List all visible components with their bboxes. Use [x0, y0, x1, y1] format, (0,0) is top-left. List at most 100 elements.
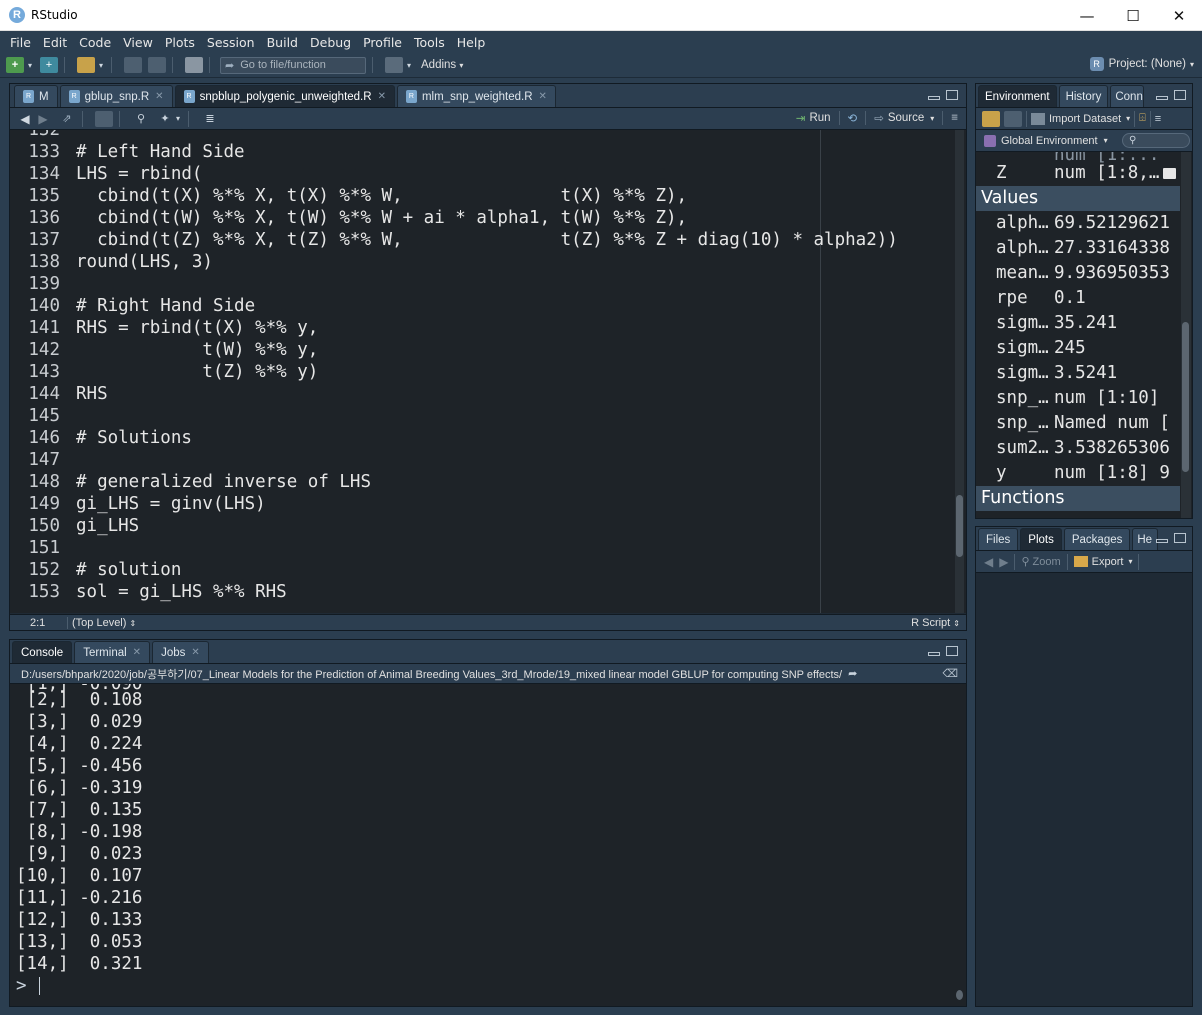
filetype-selector[interactable]: R Script ⇕ [911, 617, 960, 629]
menu-file[interactable]: File [4, 35, 37, 50]
menu-help[interactable]: Help [451, 35, 492, 50]
back-icon[interactable]: ◀ [16, 111, 34, 127]
tab-mlm-snp-weighted[interactable]: R mlm_snp_weighted.R ✕ [396, 85, 556, 107]
menu-tools[interactable]: Tools [408, 35, 451, 50]
list-view-icon[interactable]: ≡ [1155, 113, 1161, 125]
maximize-pane-icon[interactable] [1174, 533, 1186, 543]
save-icon[interactable] [95, 110, 113, 127]
maximize-button[interactable]: ☐ [1110, 0, 1156, 31]
env-row[interactable]: Z num [1:8,… [976, 161, 1180, 186]
forward-icon[interactable]: ▶ [34, 111, 52, 127]
menu-debug[interactable]: Debug [304, 35, 357, 50]
tab-snpblup-polygenic-unweighted[interactable]: R snpblup_polygenic_unweighted.R ✕ [174, 85, 395, 107]
minimize-button[interactable]: — [1064, 0, 1110, 31]
maximize-pane-icon[interactable] [1174, 90, 1186, 100]
scope-indicator[interactable]: (Top Level) ⇕ [68, 617, 136, 629]
magic-wand-icon[interactable]: ✦ [156, 111, 174, 127]
go-to-directory-icon[interactable]: ➦ [848, 667, 857, 680]
workspace-panes-icon[interactable] [385, 57, 403, 73]
minimize-pane-icon[interactable] [1156, 539, 1168, 543]
broom-icon[interactable]: ⌹ [1139, 112, 1146, 125]
save-workspace-icon[interactable] [1004, 110, 1022, 127]
tab-packages[interactable]: Packages [1063, 528, 1131, 550]
tab-history[interactable]: History [1058, 85, 1109, 107]
minimize-pane-icon[interactable] [928, 652, 940, 656]
code-tools-dropdown-icon[interactable]: ▾ [174, 111, 182, 127]
scrollbar-thumb[interactable] [956, 495, 963, 557]
addins-menu[interactable]: Addins ▾ [421, 59, 463, 71]
source-button[interactable]: ⇨ Source ▾ [874, 111, 934, 125]
save-icon[interactable] [124, 57, 142, 73]
search-icon[interactable]: ⚲ [132, 111, 150, 127]
env-row[interactable]: snp_… num [1:10] … [976, 386, 1180, 411]
project-menu[interactable]: R Project: (None) ▾ [1089, 57, 1194, 71]
close-button[interactable]: ✕ [1156, 0, 1202, 31]
tab-m[interactable]: R M [14, 85, 58, 107]
menu-plots[interactable]: Plots [159, 35, 201, 50]
run-button[interactable]: ⇥ Run [796, 111, 831, 125]
rerun-icon[interactable]: ⟲ [848, 111, 858, 125]
env-row[interactable]: mean… 9.936950353… [976, 261, 1180, 286]
env-row[interactable]: sigm… 245 [976, 336, 1180, 361]
close-tab-icon[interactable]: ✕ [191, 647, 199, 658]
tab-gblup-snp[interactable]: R gblup_snp.R ✕ [59, 85, 173, 107]
load-workspace-icon[interactable] [982, 110, 1000, 127]
open-file-icon[interactable] [77, 57, 95, 73]
environment-scope-selector[interactable]: Global Environment ▾ [984, 134, 1108, 147]
close-tab-icon[interactable]: ✕ [133, 647, 141, 658]
tab-jobs[interactable]: Jobs ✕ [152, 641, 209, 663]
print-icon[interactable] [185, 57, 203, 73]
show-in-window-icon[interactable]: ⇗ [58, 111, 76, 127]
menu-edit[interactable]: Edit [37, 35, 73, 50]
env-row[interactable]: sigm… 35.241 [976, 311, 1180, 336]
tab-terminal[interactable]: Terminal ✕ [74, 641, 151, 663]
tab-connections[interactable]: Conn [1110, 85, 1145, 107]
new-project-icon[interactable]: + [40, 57, 58, 73]
import-dataset-button[interactable]: Import Dataset ▾ [1031, 112, 1130, 125]
view-table-icon[interactable] [1163, 168, 1176, 179]
env-row[interactable]: rpe 0.1 [976, 286, 1180, 311]
close-tab-icon[interactable]: ✕ [155, 91, 163, 102]
env-row[interactable]: y num [1:8] 9… [976, 461, 1180, 486]
console-prompt[interactable]: > [16, 975, 40, 997]
open-file-dropdown-icon[interactable]: ▾ [97, 57, 105, 73]
tab-environment[interactable]: Environment [978, 85, 1057, 107]
menu-profile[interactable]: Profile [357, 35, 408, 50]
env-row[interactable]: snp_… Named num [… [976, 411, 1180, 436]
close-tab-icon[interactable]: ✕ [378, 91, 386, 102]
save-all-icon[interactable] [148, 57, 166, 73]
menu-code[interactable]: Code [73, 35, 117, 50]
tab-plots[interactable]: Plots [1020, 528, 1062, 550]
maximize-pane-icon[interactable] [946, 90, 958, 100]
document-outline-icon[interactable]: ≣ [201, 111, 219, 127]
code-editor[interactable]: 132 133 # Left Hand Side 134 LHS = rbind( … [10, 130, 966, 613]
scrollbar-thumb[interactable] [1182, 322, 1189, 472]
minimize-pane-icon[interactable] [1156, 96, 1168, 100]
forward-icon[interactable]: ▶ [999, 555, 1008, 569]
menu-session[interactable]: Session [201, 35, 261, 50]
tab-console[interactable]: Console [12, 641, 73, 663]
back-icon[interactable]: ◀ [984, 555, 993, 569]
env-row[interactable]: alph… 27.33164338… [976, 236, 1180, 261]
go-to-file-input[interactable]: ➦ Go to file/function [220, 56, 366, 74]
minimize-pane-icon[interactable] [928, 96, 940, 100]
menu-view[interactable]: View [117, 35, 159, 50]
environment-scrollbar[interactable] [1181, 152, 1191, 518]
outline-icon[interactable]: ≡ [951, 112, 958, 124]
zoom-button[interactable]: ⚲ Zoom [1021, 555, 1060, 569]
scrollbar-thumb[interactable] [956, 990, 963, 1000]
environment-search-input[interactable]: ⚲ [1122, 133, 1190, 148]
tab-files[interactable]: Files [978, 528, 1019, 550]
panes-dropdown-icon[interactable]: ▾ [405, 57, 413, 73]
editor-scrollbar[interactable] [955, 130, 964, 613]
tab-help[interactable]: He [1132, 528, 1159, 550]
maximize-pane-icon[interactable] [946, 646, 958, 656]
menu-build[interactable]: Build [261, 35, 304, 50]
clear-console-icon[interactable]: ⌫ [942, 667, 958, 680]
console-scrollbar[interactable] [955, 684, 964, 1006]
new-file-icon[interactable]: + [6, 57, 24, 73]
env-row[interactable]: sum2… 3.538265306… [976, 436, 1180, 461]
new-file-dropdown-icon[interactable]: ▾ [26, 57, 34, 73]
console-output[interactable]: [1,] -0.090 [2,] 0.108 [3,] 0.029 [4,] 0… [10, 684, 966, 1006]
env-row[interactable]: sigm… 3.5241 [976, 361, 1180, 386]
